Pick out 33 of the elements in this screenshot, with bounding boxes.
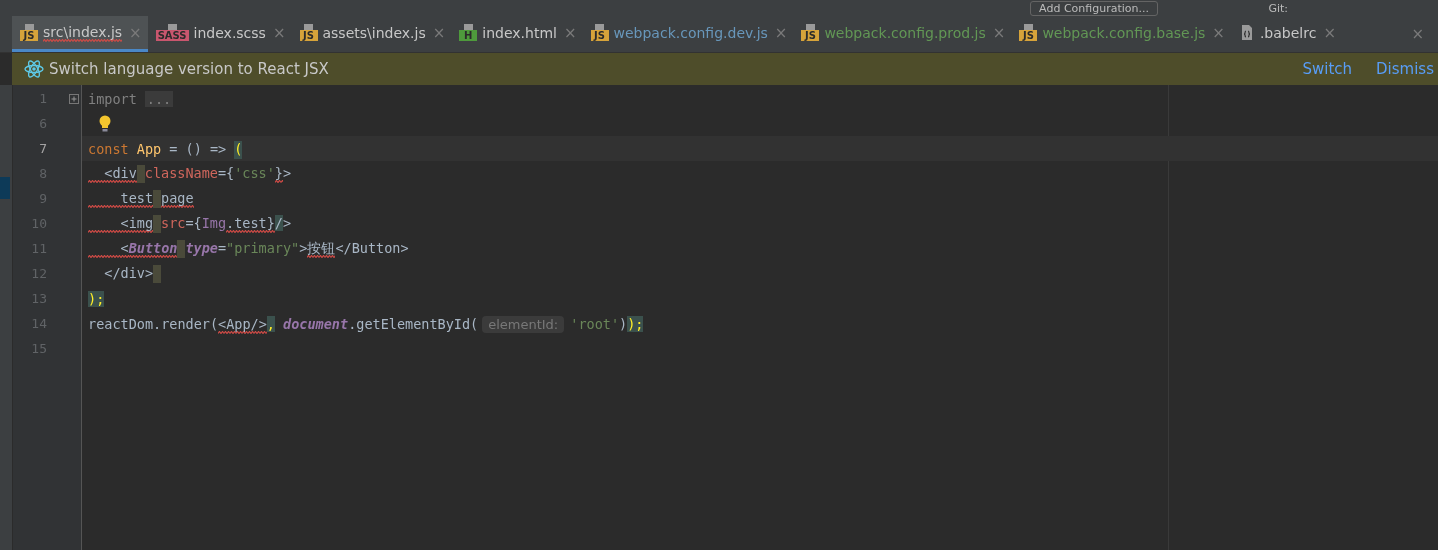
file-tab[interactable]: JS webpack.config.dev.js × xyxy=(582,16,794,52)
close-icon[interactable]: × xyxy=(1212,23,1225,42)
file-tab[interactable]: .babelrc × xyxy=(1230,16,1342,52)
file-tab[interactable]: JS webpack.config.prod.js × xyxy=(793,16,1012,52)
close-icon[interactable]: × xyxy=(1323,23,1336,42)
code-line: <img src={Img.test}/> xyxy=(88,214,292,233)
code-line: </div> xyxy=(88,264,162,283)
notification-link[interactable]: Dismiss xyxy=(1376,60,1434,78)
close-icon[interactable]: × xyxy=(1411,16,1424,52)
run-configuration-button[interactable]: Add Configuration... xyxy=(1030,0,1158,16)
close-icon[interactable]: × xyxy=(129,23,142,42)
code-line: reactDom.render(<App/>, document.getElementById( elementId: 'root')); xyxy=(88,315,644,332)
vcs-label: Git: xyxy=(1268,1,1288,15)
close-icon[interactable]: × xyxy=(272,23,286,42)
file-tab[interactable]: JS assets\index.js × xyxy=(291,16,452,52)
code-line: test page xyxy=(88,189,194,208)
file-tab[interactable]: JS webpack.config.base.js × xyxy=(1011,16,1231,52)
code-line: <div className={'css'}> xyxy=(88,164,292,183)
atom-icon xyxy=(24,59,44,79)
close-icon[interactable]: × xyxy=(563,23,577,42)
file-tab[interactable]: JS src\index.js × xyxy=(12,16,148,52)
file-tab[interactable]: H index.html × xyxy=(451,16,583,52)
line-number: 7 xyxy=(38,141,47,156)
notification-text: Switch language version to React JSX xyxy=(49,60,329,78)
code-line: <Button type="primary">按钮</Button> xyxy=(88,239,409,258)
close-icon[interactable]: × xyxy=(992,23,1006,42)
panel-marker xyxy=(0,177,10,199)
code-line: import ... xyxy=(88,90,174,107)
close-icon[interactable]: × xyxy=(774,23,788,42)
close-icon[interactable]: × xyxy=(432,23,446,42)
notification-link[interactable]: Switch xyxy=(1302,60,1353,78)
code-line: const App = () => ( xyxy=(88,140,243,157)
file-tab[interactable]: SASS index.scss × xyxy=(147,16,292,52)
